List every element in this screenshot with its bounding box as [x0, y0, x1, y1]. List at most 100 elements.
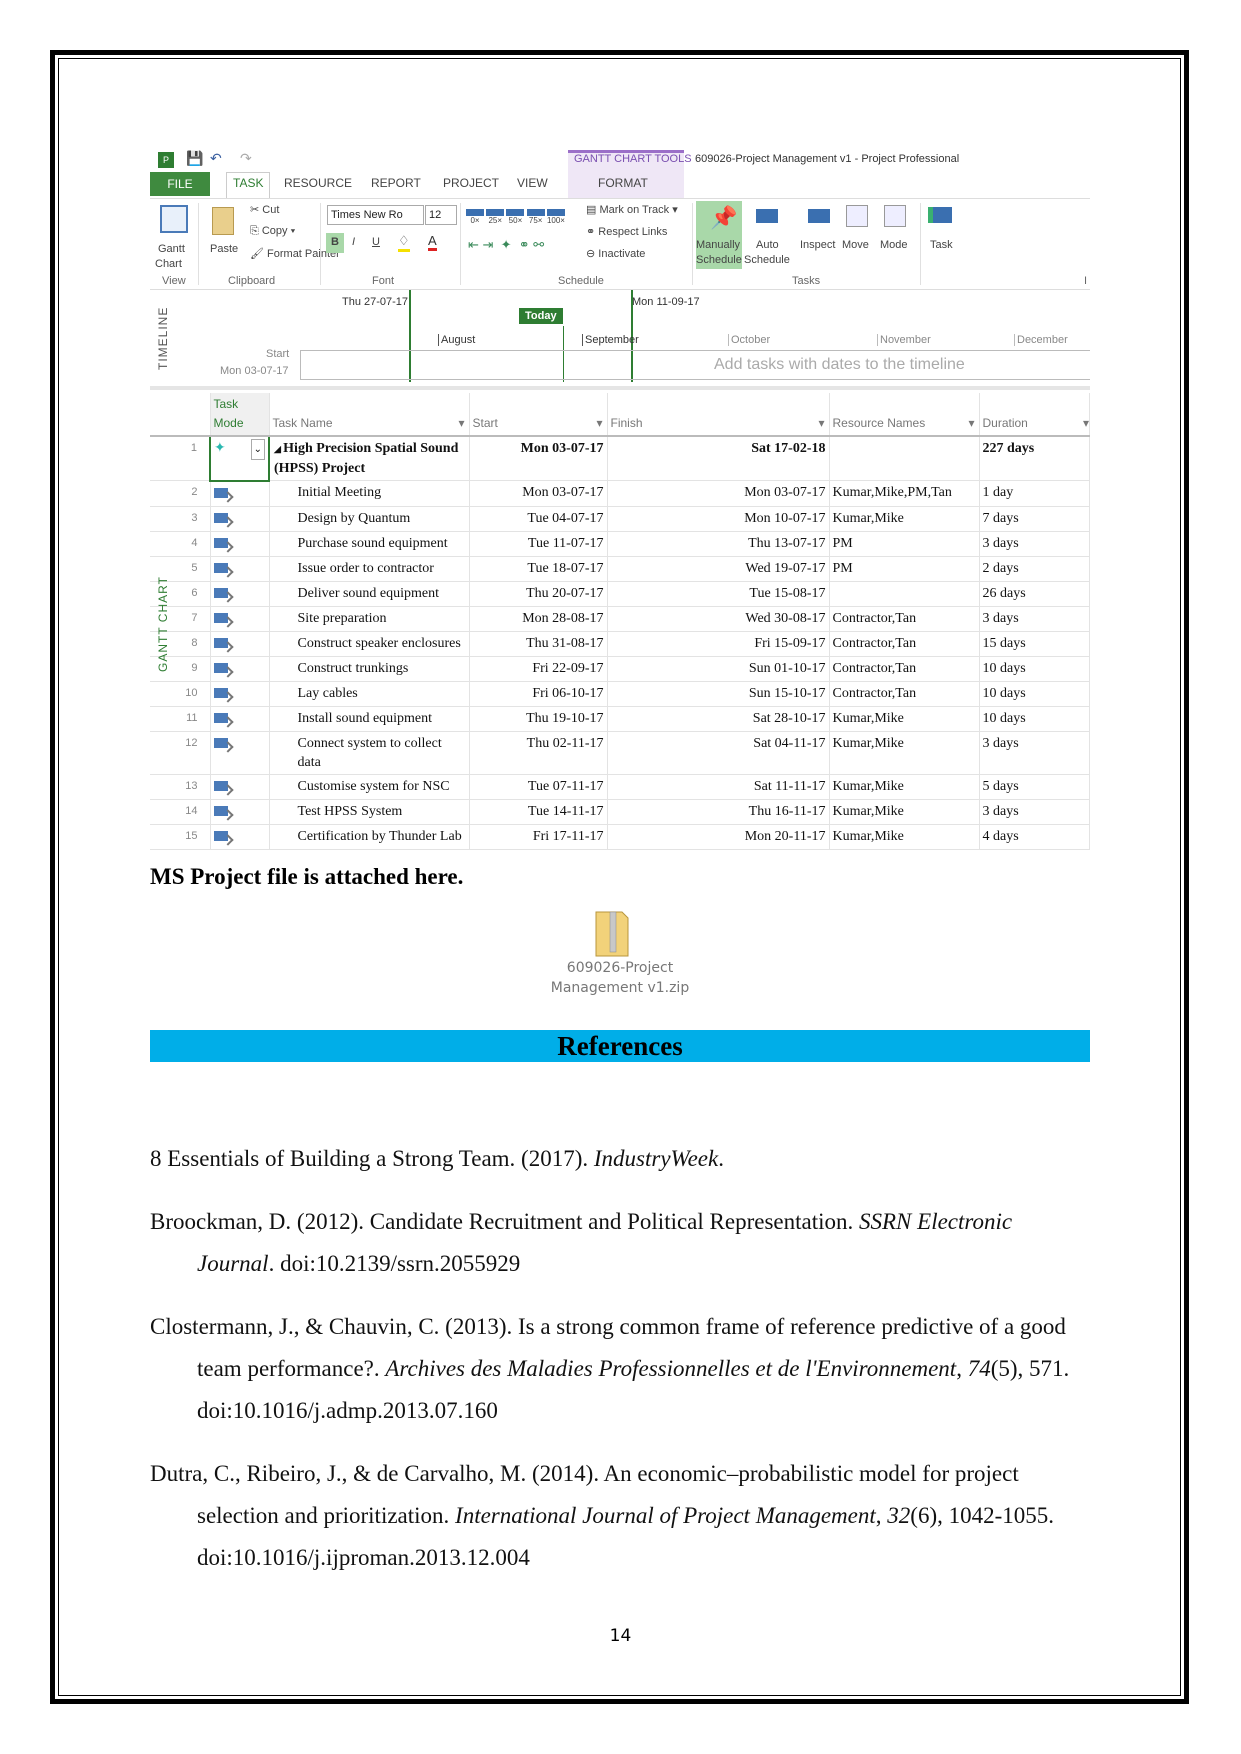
task-name-cell[interactable]: Construct speaker enclosures	[269, 631, 470, 657]
undo-icon[interactable]: ↶	[210, 150, 222, 167]
mark-on-track-button[interactable]: ▤ Mark on Track ▾	[586, 203, 678, 216]
start-cell[interactable]: Mon 28-08-17	[469, 606, 608, 632]
task-mode-cell[interactable]	[210, 606, 270, 632]
bold-button[interactable]: B	[326, 233, 344, 253]
finish-cell[interactable]: Thu 16-11-17	[607, 799, 830, 825]
col-start[interactable]: Start ▾	[469, 393, 608, 437]
task-row[interactable]: 4 Purchase sound equipment Tue 11-07-17 Thu…	[150, 531, 1090, 557]
task-name-cell[interactable]: Customise system for NSC	[269, 774, 470, 800]
tab-file[interactable]: FILE	[150, 172, 210, 196]
task-mode-cell[interactable]	[210, 656, 270, 682]
task-name-cell[interactable]: Connect system to collect data	[269, 731, 470, 775]
start-cell[interactable]: Fri 17-11-17	[469, 824, 608, 850]
resource-cell[interactable]: Kumar,Mike	[829, 731, 980, 775]
task-mode-cell[interactable]	[210, 824, 270, 850]
finish-cell[interactable]: Sat 04-11-17	[607, 731, 830, 775]
finish-cell[interactable]: Mon 03-07-17	[607, 480, 830, 507]
task-row[interactable]: 12 Connect system to collect data Thu 02-1…	[150, 731, 1090, 775]
start-cell[interactable]: Thu 31-08-17	[469, 631, 608, 657]
task-name-cell[interactable]: ◢ High Precision Spatial Sound (HPSS) Pr…	[269, 436, 470, 481]
font-family-select[interactable]: Times New Ro	[327, 205, 424, 225]
task-mode-cell[interactable]	[210, 799, 270, 825]
finish-cell[interactable]: Tue 15-08-17	[607, 581, 830, 607]
task-mode-cell[interactable]	[210, 706, 270, 732]
duration-cell[interactable]: 3 days	[979, 606, 1090, 632]
finish-cell[interactable]: Thu 13-07-17	[607, 531, 830, 557]
gantt-chart-button[interactable]: Gantt	[158, 243, 185, 255]
start-cell[interactable]: Mon 03-07-17	[469, 480, 608, 507]
col-resource-names[interactable]: Resource Names ▾	[829, 393, 980, 437]
insert-task-button[interactable]: Task	[930, 239, 953, 251]
gantt-chart-button-line2[interactable]: Chart	[155, 258, 182, 270]
finish-cell[interactable]: Fri 15-09-17	[607, 631, 830, 657]
finish-cell[interactable]: Sat 28-10-17	[607, 706, 830, 732]
col-duration[interactable]: Duration ▾	[979, 393, 1090, 437]
italic-button[interactable]: I	[352, 236, 355, 248]
finish-cell[interactable]: Wed 19-07-17	[607, 556, 830, 582]
col-task-mode[interactable]: Task Mode	[210, 393, 270, 437]
task-name-cell[interactable]: Certification by Thunder Lab	[269, 824, 470, 850]
resource-cell[interactable]: Contractor,Tan	[829, 656, 980, 682]
copy-button[interactable]: ⎘ Copy ▾	[250, 225, 295, 238]
move-button[interactable]: Move	[842, 239, 869, 251]
finish-cell[interactable]: Wed 30-08-17	[607, 606, 830, 632]
finish-cell[interactable]: Sun 15-10-17	[607, 681, 830, 707]
start-cell[interactable]: Tue 07-11-17	[469, 774, 608, 800]
duration-cell[interactable]: 1 day	[979, 480, 1090, 507]
tab-view[interactable]: VIEW	[517, 176, 548, 190]
task-name-cell[interactable]: Design by Quantum	[269, 506, 470, 532]
mode-dropdown[interactable]: ⌄	[250, 439, 265, 460]
pct-50-button[interactable]: 50×	[506, 209, 525, 225]
task-name-cell[interactable]: Deliver sound equipment	[269, 581, 470, 607]
duration-cell[interactable]: 10 days	[979, 681, 1090, 707]
outdent-indent-icons[interactable]: ⇤ ⇥ ✦ ⚭ ⚯	[468, 237, 544, 253]
tab-task[interactable]: TASK	[226, 172, 271, 198]
task-row[interactable]: 13 Customise system for NSC Tue 07-11-17 Sa…	[150, 774, 1090, 800]
underline-button[interactable]: U	[372, 236, 380, 248]
col-finish[interactable]: Finish ▾	[607, 393, 830, 437]
pct-25-button[interactable]: 25×	[486, 209, 505, 225]
zip-file-icon[interactable]	[592, 908, 632, 958]
timeline-bar[interactable]	[300, 350, 1090, 380]
start-cell[interactable]: Fri 06-10-17	[469, 681, 608, 707]
redo-icon[interactable]: ↷	[240, 150, 252, 167]
pct-0-button[interactable]: 0×	[466, 209, 484, 225]
task-mode-cell[interactable]	[210, 556, 270, 582]
duration-cell[interactable]: 3 days	[979, 731, 1090, 775]
duration-cell[interactable]: 3 days	[979, 531, 1090, 557]
task-mode-cell[interactable]	[210, 774, 270, 800]
pct-75-button[interactable]: 75×	[526, 209, 545, 225]
highlight-icon[interactable]: ♢	[398, 233, 410, 252]
duration-cell[interactable]: 3 days	[979, 799, 1090, 825]
auto-schedule-button[interactable]: Auto	[756, 239, 779, 251]
task-row[interactable]: 7 Site preparation Mon 28-08-17 Wed 30-08-1…	[150, 606, 1090, 632]
start-cell[interactable]: Tue 14-11-17	[469, 799, 608, 825]
pane-divider[interactable]	[150, 386, 1090, 390]
font-color-button[interactable]: A	[428, 233, 437, 251]
task-row[interactable]: 2 Initial Meeting Mon 03-07-17 Mon 03-07-17…	[150, 480, 1090, 507]
zip-file-name[interactable]: 609026-Project Management v1.zip	[530, 958, 710, 998]
inspect-button[interactable]: Inspect	[800, 239, 835, 251]
task-mode-cell[interactable]	[210, 731, 270, 775]
finish-cell[interactable]: Sat 11-11-17	[607, 774, 830, 800]
task-row[interactable]: 5 Issue order to contractor Tue 18-07-17 We…	[150, 556, 1090, 582]
start-cell[interactable]: Tue 18-07-17	[469, 556, 608, 582]
resource-cell[interactable]: Kumar,Mike	[829, 799, 980, 825]
task-mode-cell[interactable]	[210, 631, 270, 657]
paste-button[interactable]: Paste	[210, 243, 238, 255]
task-row[interactable]: 8 Construct speaker enclosures Thu 31-08-1…	[150, 631, 1090, 657]
resource-cell[interactable]: Kumar,Mike	[829, 824, 980, 850]
duration-cell[interactable]: 15 days	[979, 631, 1090, 657]
summary-task-row[interactable]: 1 ✦ ⌄ ◢ High Precision Spatial Sound (HPSS)…	[150, 435, 1090, 482]
resource-cell[interactable]: Kumar,Mike	[829, 506, 980, 532]
save-icon[interactable]: 💾	[186, 150, 203, 167]
start-cell[interactable]: Tue 04-07-17	[469, 506, 608, 532]
task-name-cell[interactable]: Test HPSS System	[269, 799, 470, 825]
duration-cell[interactable]: 5 days	[979, 774, 1090, 800]
task-name-cell[interactable]: Issue order to contractor	[269, 556, 470, 582]
font-size-select[interactable]: 12	[425, 205, 457, 225]
resource-cell[interactable]: PM	[829, 531, 980, 557]
task-name-cell[interactable]: Install sound equipment	[269, 706, 470, 732]
task-row[interactable]: 14 Test HPSS System Tue 14-11-17 Thu 16-11-…	[150, 799, 1090, 825]
task-mode-cell[interactable]	[210, 480, 270, 507]
